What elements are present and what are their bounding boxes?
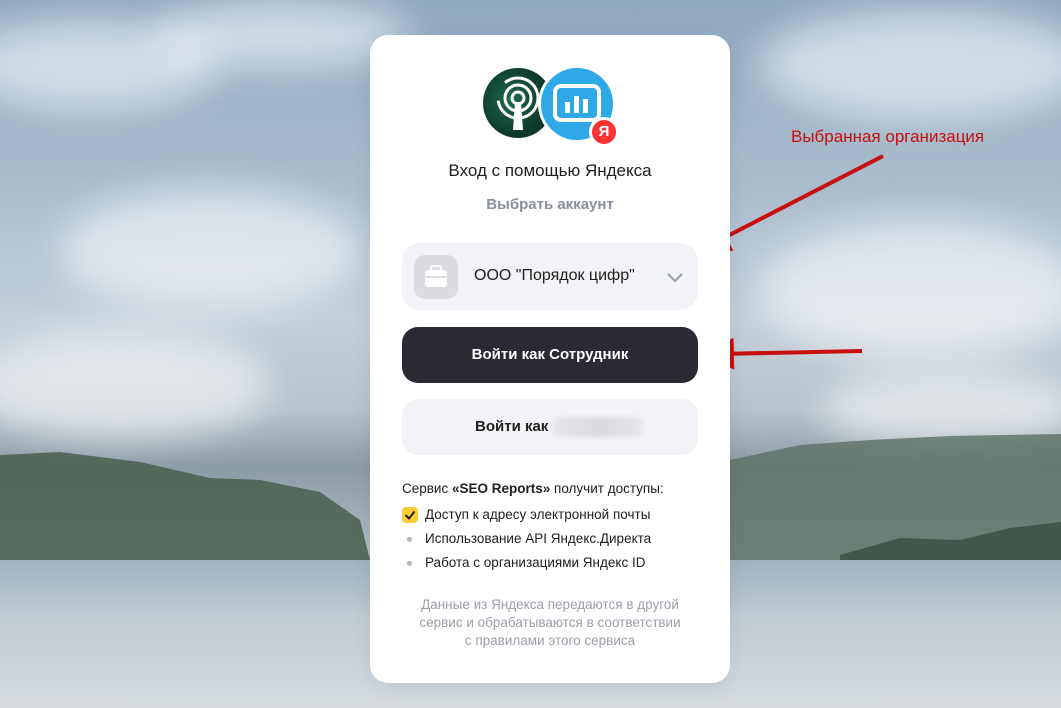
choose-account-link[interactable]: Выбрать аккаунт [370,196,730,213]
page-title: Вход с помощью Яндекса [448,161,652,180]
privacy-note: Данные из Яндекса передаются в другой се… [419,597,681,648]
login-as-label: Войти как [475,418,549,435]
redacted-username [553,417,643,437]
service-name: «SEO Reports» [451,481,551,496]
chevron-down-icon [667,273,683,283]
briefcase-icon [414,255,458,299]
service-access-text: Сервис «SEO Reports» получит доступы: [402,481,664,496]
login-as-user-button[interactable]: Войти как [402,399,698,455]
app-logos: Я [483,65,619,149]
bullet-icon [407,537,412,542]
yandex-icon: Я [589,117,619,147]
arrow-to-employee-button [702,337,863,370]
bullet-icon [407,561,412,566]
organization-name: ООО "Порядок цифр" [474,267,635,284]
auth-card: Я Вход с помощью Яндекса Выбрать аккаунт… [370,35,730,683]
arrow-to-org [697,154,884,252]
login-as-employee-button[interactable]: Войти как Сотрудник [402,327,698,383]
organization-select[interactable]: ООО "Порядок цифр" [402,243,698,310]
check-icon [402,507,418,523]
annotation-label: Выбранная организация [791,127,985,146]
